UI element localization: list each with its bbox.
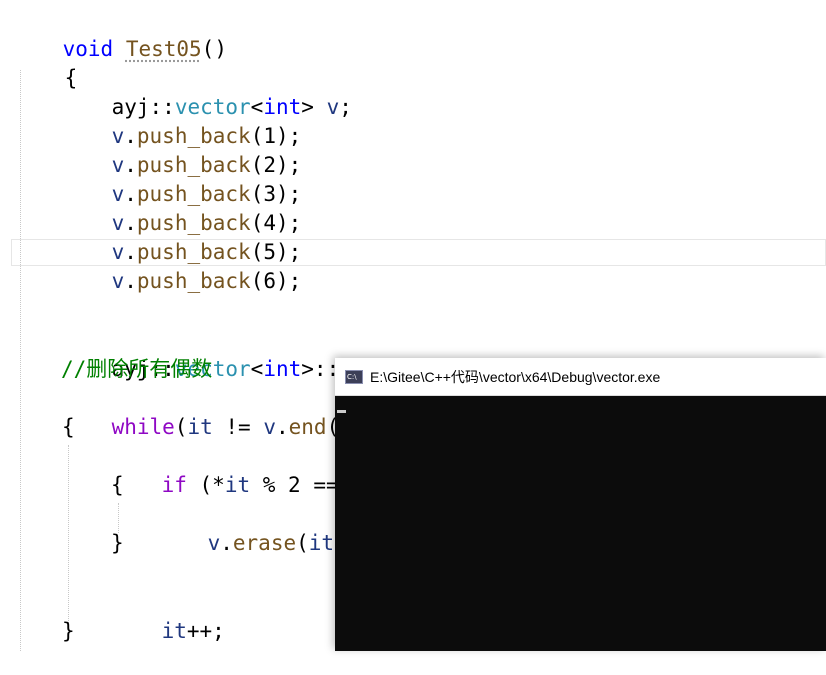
code-line-push-back[interactable]: v.push_back(4); <box>61 180 302 235</box>
variable-v: v <box>326 95 340 119</box>
code-line-push-back[interactable]: v.push_back(1); <box>61 93 302 148</box>
code-line-open-brace[interactable]: { <box>62 413 75 442</box>
code-line-push-back[interactable]: v.push_back(2); <box>61 122 302 177</box>
code-line-push-back[interactable]: v.push_back(3); <box>61 151 302 206</box>
code-line-open-brace[interactable]: { <box>111 471 124 500</box>
console-titlebar[interactable]: C:\ E:\Gitee\C++代码\vector\x64\Debug\vect… <box>335 358 826 396</box>
console-title: E:\Gitee\C++代码\vector\x64\Debug\vector.e… <box>370 369 661 385</box>
code-line-iterator-declaration[interactable]: ayj::vector<int>::iterator it = v.begin(… <box>61 326 643 381</box>
code-comment[interactable]: //删除所有偶数 <box>61 355 212 384</box>
code-line-erase[interactable]: v.erase(it); <box>157 500 360 555</box>
console-cursor <box>337 410 346 413</box>
function-name[interactable]: Test05 <box>126 37 202 61</box>
code-line-vector-declaration[interactable]: ayj::vector<int> v; <box>61 64 352 119</box>
code-line-open-brace[interactable]: { <box>14 35 78 90</box>
code-line-push-back[interactable]: v.push_back(5); <box>61 209 302 264</box>
console-app-icon: C:\ <box>345 370 363 384</box>
code-line-close-brace[interactable]: } <box>111 529 124 558</box>
console-window[interactable]: C:\ E:\Gitee\C++代码\vector\x64\Debug\vect… <box>335 358 826 651</box>
indent-guide <box>68 445 69 635</box>
code-line-push-back[interactable]: v.push_back(6); <box>61 238 302 293</box>
code-line-increment[interactable]: it++; <box>111 588 225 643</box>
code-line-close-brace[interactable]: } <box>62 617 75 646</box>
indent-guide <box>20 70 21 651</box>
code-line-function-signature[interactable]: void Test05() <box>12 6 227 61</box>
code-line-while[interactable]: while(it != v.end()) <box>61 384 365 439</box>
